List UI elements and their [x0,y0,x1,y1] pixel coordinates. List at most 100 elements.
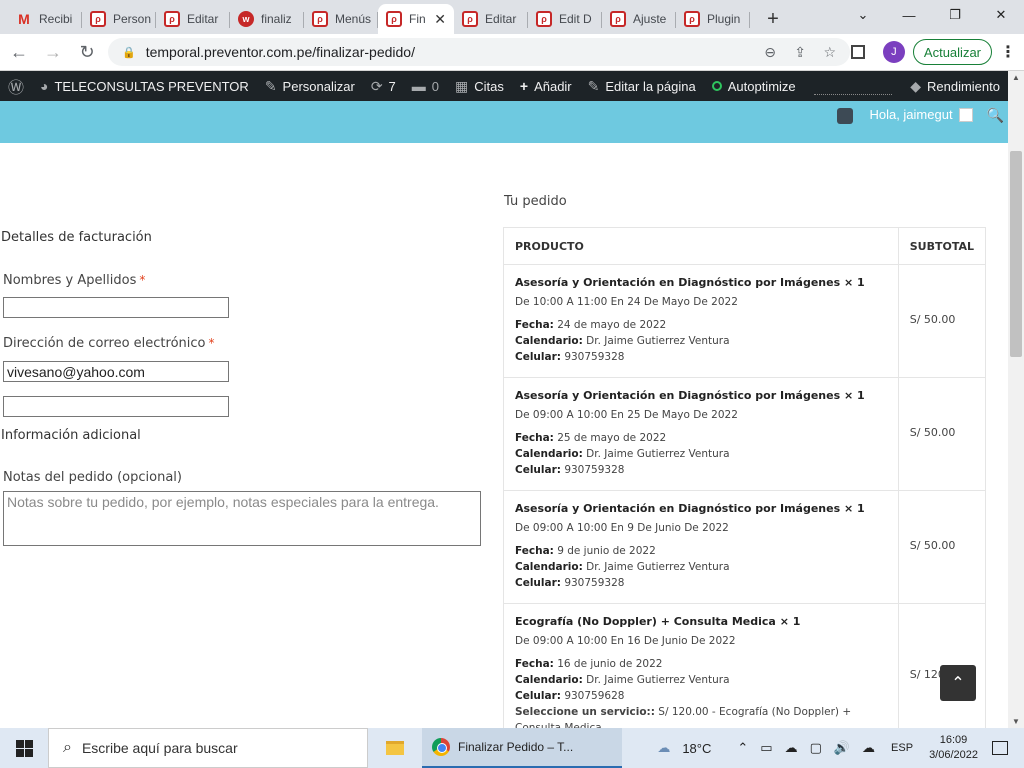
browser-tab[interactable]: ρ Edit D [528,4,602,34]
chat-icon[interactable] [837,108,854,124]
comment-icon: ▬ [411,78,426,94]
updates-link[interactable]: ⟳ 7 [363,71,404,101]
scroll-down-arrow-icon[interactable]: ▼ [1012,717,1020,726]
browser-tab[interactable]: w finaliz [230,4,304,34]
sidepanel-icon[interactable] [850,45,865,59]
close-window-button[interactable]: ✕ [978,0,1024,30]
volume-icon[interactable]: 🔊 [834,740,850,756]
chrome-icon [432,738,450,756]
site-name-link[interactable]: ◕ TELECONSULTAS PREVENTOR [32,71,257,101]
share-icon[interactable]: ⇪ [794,44,806,61]
browser-tab[interactable]: ρ Plugin [676,4,750,34]
back-button[interactable]: ← [4,37,34,67]
forward-button[interactable]: → [38,37,68,67]
taskbar-search-box[interactable]: ⌕ Escribe aquí para buscar [48,728,368,768]
notifications-icon[interactable] [992,741,1008,755]
scrollbar-thumb[interactable] [1010,151,1022,357]
browser-tab[interactable]: ρ Fin ✕ [378,4,454,34]
order-notes-textarea[interactable] [3,491,481,546]
address-bar[interactable]: 🔒 temporal.preventor.com.pe/finalizar-pe… [108,38,850,66]
close-tab-icon[interactable]: ✕ [434,11,446,28]
search-icon[interactable]: 🔍 [987,107,1004,124]
browser-tab[interactable]: M Recibi [8,4,82,34]
site-icon: ρ [312,11,328,27]
subtotal-column-header: SUBTOTAL [897,227,987,265]
subtotal-cell: S/ 50.00 [897,490,987,604]
brush-icon: ✎ [264,77,277,94]
site-icon: ρ [164,11,180,27]
input-language[interactable]: ESP [891,742,913,754]
window-controls: ⌄ — ❐ ✕ [840,0,1024,30]
update-button[interactable]: Actualizar [912,39,992,65]
weather-temp[interactable]: 18°C [682,741,711,756]
browser-toolbar: ← → ↻ 🔒 temporal.preventor.com.pe/finali… [0,34,1024,71]
display-icon[interactable]: ▢ [810,740,822,756]
tray-chevron-icon[interactable]: ⌃ [737,740,748,756]
gmail-icon: M [18,11,30,27]
product-column-header: PRODUCTO [503,227,899,265]
citas-link[interactable]: ▦ Citas [447,71,512,101]
search-icon: ⌕ [63,739,72,756]
browser-tab[interactable]: ρ Editar [156,4,230,34]
order-notes-label: Notas del pedido (opcional) [3,470,182,485]
clock[interactable]: 16:09 3/06/2022 [929,733,978,763]
new-tab-button[interactable]: + [758,4,788,34]
item-fecha: Fecha: 25 de mayo de 2022 [515,432,667,444]
zoom-icon[interactable]: ⊖ [764,44,776,61]
checkout-content: Detalles de facturación Nombres y Apelli… [0,143,1008,728]
add-new-link[interactable]: + Añadir [512,71,580,101]
chrome-window-title: Finalizar Pedido – T... [458,740,574,754]
edit-page-link[interactable]: ✎ Editar la página [580,71,704,101]
wp-icon: w [238,11,254,27]
wp-logo-icon[interactable]: Ⓦ [0,71,32,101]
browser-tab[interactable]: ρ Ajuste [602,4,676,34]
page-scrollbar[interactable]: ▲ ▼ [1008,71,1024,728]
calendar-icon: ▦ [455,77,469,94]
scroll-up-arrow-icon[interactable]: ▲ [1012,73,1020,82]
file-explorer-button[interactable] [368,728,422,768]
browser-tab[interactable]: ρ Person [82,4,156,34]
browser-tab-label: Recibi [39,12,73,26]
minimize-button[interactable]: — [886,0,932,30]
browser-tab[interactable]: ρ Editar [454,4,528,34]
autoptimize-link[interactable]: Autoptimize [704,71,804,101]
pencil-icon: ✎ [587,77,600,94]
user-avatar[interactable] [958,108,973,122]
browser-tab-label: Menús [335,12,372,26]
user-greeting[interactable]: Hola, jaimegut [869,107,952,122]
profile-avatar[interactable]: J [882,41,905,63]
reload-button[interactable]: ↻ [72,37,102,67]
customize-link[interactable]: ✎ Personalizar [257,71,363,101]
tab-search-icon[interactable]: ⌄ [840,0,886,30]
browser-tab-label: Plugin [707,12,741,26]
back-to-top-button[interactable]: ⌃ [940,665,976,701]
network-icon[interactable]: ▭ [760,740,772,756]
menu-kebab-icon[interactable]: ⋮ [1000,42,1016,62]
item-calendario: Calendario: Dr. Jaime Gutierrez Ventura [515,448,730,460]
browser-tab-strip: M Recibi ρ Person ρ Editar w finaliz ρ Menús ρ Fin ✕… [0,0,1024,34]
site-header: Hola, jaimegut 🔍 [0,101,1008,143]
browser-tab-label: finaliz [261,12,292,26]
weather-icon[interactable]: ☁ [657,740,670,756]
subtotal-cell: S/ 50.00 [897,377,987,491]
comments-link[interactable]: ▬ 0 [404,71,447,101]
browser-tab-label: Editar [187,12,219,26]
order-item-row: Ecografía (No Doppler) + Consulta Medica… [503,603,987,728]
name-input[interactable] [3,297,229,318]
item-celular: Celular: 930759328 [515,464,625,476]
cloud-alert-icon[interactable]: ☁ [862,740,875,756]
chrome-taskbar-button[interactable]: Finalizar Pedido – T... [422,728,622,768]
email-label: Dirección de correo electrónico * [3,336,215,351]
email-input[interactable] [3,361,229,382]
extra-field-input[interactable] [3,396,229,417]
system-tray: ☁ 18°C ⌃ ▭ ☁ ▢ 🔊 ☁ ESP 16:09 3/06/2022 [651,728,1024,768]
site-icon: ρ [386,11,402,27]
start-button[interactable] [0,728,48,768]
browser-tab[interactable]: ρ Menús [304,4,378,34]
performance-link[interactable]: ◆ Rendimiento [902,71,1008,101]
dashboard-icon: ◕ [40,78,49,94]
item-fecha: Fecha: 9 de junio de 2022 [515,545,656,557]
restore-button[interactable]: ❐ [932,0,978,30]
bookmark-star-icon[interactable]: ☆ [823,44,836,61]
onedrive-icon[interactable]: ☁ [785,740,798,756]
